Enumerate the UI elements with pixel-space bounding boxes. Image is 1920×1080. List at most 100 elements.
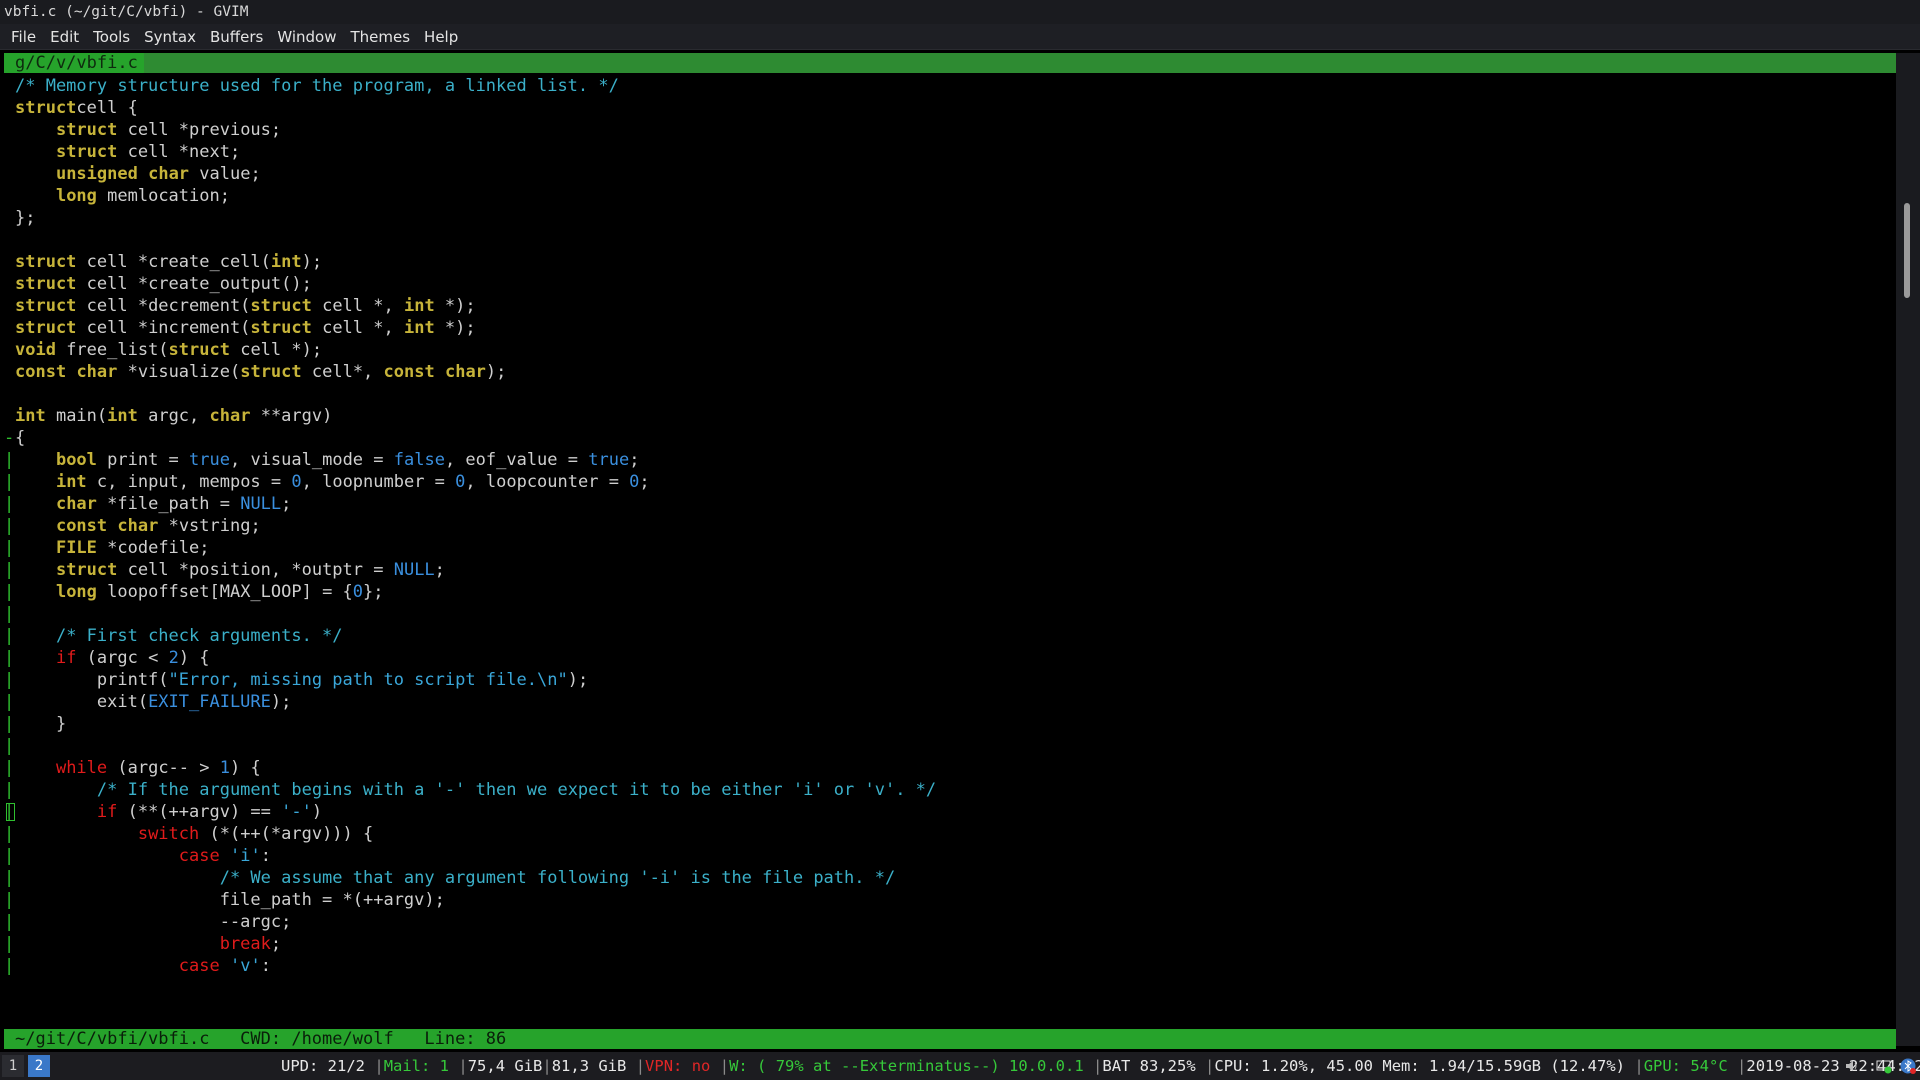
code-token: ; xyxy=(639,472,650,492)
code-token: cell *); xyxy=(229,340,323,360)
fold-marker xyxy=(4,97,15,119)
code-token: *); xyxy=(434,318,476,338)
code-line[interactable]: struct cell *next; xyxy=(4,141,1892,163)
fold-marker: | xyxy=(4,714,15,734)
code-line[interactable] xyxy=(4,229,1892,251)
code-line[interactable]: struct cell *increment(struct cell *, in… xyxy=(4,317,1892,339)
code-line[interactable]: | case 'v': xyxy=(4,955,1892,977)
code-line[interactable]: /* Memory structure used for the program… xyxy=(4,75,1892,97)
code-line[interactable]: long memlocation; xyxy=(4,185,1892,207)
code-line[interactable]: | break; xyxy=(4,933,1892,955)
code-token: struct xyxy=(15,252,77,272)
code-line[interactable]: | --argc; xyxy=(4,911,1892,933)
disk-status-2: 81,3 GiB xyxy=(551,1057,627,1075)
volume-icon[interactable] xyxy=(1844,1058,1860,1074)
code-token: cell *create_output(); xyxy=(76,274,312,294)
code-line[interactable]: int main(int argc, char **argv) xyxy=(4,405,1892,427)
code-token: /* Memory structure used for the program… xyxy=(15,76,619,96)
fold-marker: | xyxy=(4,516,15,536)
code-line[interactable]: | while (argc-- > 1) { xyxy=(4,757,1892,779)
code-line[interactable]: | long loopoffset[MAX_LOOP] = {0}; xyxy=(4,581,1892,603)
code-line[interactable]: | int c, input, mempos = 0, loopnumber =… xyxy=(4,471,1892,493)
code-line[interactable]: | xyxy=(4,603,1892,625)
code-token: *); xyxy=(434,296,476,316)
code-token: int xyxy=(403,296,435,316)
code-token: } xyxy=(15,714,67,734)
code-line[interactable]: | printf("Error, missing path to script … xyxy=(4,669,1892,691)
vertical-scrollbar[interactable] xyxy=(1896,53,1920,1046)
code-line[interactable]: structcell { xyxy=(4,97,1892,119)
code-line[interactable]: struct cell *create_output(); xyxy=(4,273,1892,295)
code-token: loopoffset[MAX_LOOP] = { xyxy=(96,582,353,602)
code-line[interactable]: | file_path = *(++argv); xyxy=(4,889,1892,911)
code-line[interactable]: const char *visualize(struct cell*, cons… xyxy=(4,361,1892,383)
network-icon[interactable] xyxy=(1876,1058,1892,1074)
window-title: vbfi.c (~/git/C/vbfi) - GVIM xyxy=(0,0,1920,24)
fold-marker: | xyxy=(4,450,15,470)
code-line[interactable]: -{ xyxy=(4,427,1892,449)
fold-marker xyxy=(4,361,15,383)
code-line[interactable]: | bool print = true, visual_mode = false… xyxy=(4,449,1892,471)
menu-edit[interactable]: Edit xyxy=(43,24,86,50)
code-token: const xyxy=(383,362,435,382)
bluetooth-icon[interactable] xyxy=(1900,1058,1916,1074)
fold-marker: | xyxy=(4,934,15,954)
code-line[interactable]: struct cell *decrement(struct cell *, in… xyxy=(4,295,1892,317)
code-token: , eof_value = xyxy=(444,450,589,470)
code-buffer[interactable]: /* Memory structure used for the program… xyxy=(4,75,1892,1027)
menu-window[interactable]: Window xyxy=(270,24,343,50)
fold-marker: | xyxy=(4,780,15,800)
menu-file[interactable]: File xyxy=(4,24,43,50)
code-line[interactable]: unsigned char value; xyxy=(4,163,1892,185)
menu-themes[interactable]: Themes xyxy=(343,24,417,50)
code-token: , visual_mode = xyxy=(229,450,394,470)
fold-marker xyxy=(4,207,15,229)
code-line[interactable]: }; xyxy=(4,207,1892,229)
fold-marker xyxy=(4,229,15,251)
code-line[interactable]: | case 'i': xyxy=(4,845,1892,867)
code-line[interactable]: void free_list(struct cell *); xyxy=(4,339,1892,361)
fold-marker xyxy=(4,119,15,141)
code-token: cell *previous; xyxy=(117,120,282,140)
code-line[interactable]: | /* If the argument begins with a '-' t… xyxy=(4,779,1892,801)
workspace-2[interactable]: 2 xyxy=(28,1055,50,1077)
code-token: case xyxy=(178,956,220,976)
code-line[interactable]: | struct cell *position, *outptr = NULL; xyxy=(4,559,1892,581)
code-token: 'i' xyxy=(229,846,261,866)
code-line[interactable]: | const char *vstring; xyxy=(4,515,1892,537)
code-token: if xyxy=(55,648,77,668)
code-token: --argc; xyxy=(15,912,292,932)
code-token: ); xyxy=(567,670,589,690)
code-line[interactable]: | if (argc < 2) { xyxy=(4,647,1892,669)
code-line[interactable]: struct cell *create_cell(int); xyxy=(4,251,1892,273)
menu-syntax[interactable]: Syntax xyxy=(137,24,203,50)
code-line[interactable]: | if (**(++argv) == '-') xyxy=(4,801,1892,823)
code-line[interactable]: struct cell *previous; xyxy=(4,119,1892,141)
code-line[interactable]: | xyxy=(4,735,1892,757)
editor-area[interactable]: g/C/v/vbfi.c /* Memory structure used fo… xyxy=(4,53,1896,1075)
tab-vbfi[interactable]: g/C/v/vbfi.c xyxy=(4,53,144,73)
code-token: /* First check arguments. */ xyxy=(55,626,343,646)
tab-line: g/C/v/vbfi.c xyxy=(4,53,1896,73)
code-line[interactable]: | /* First check arguments. */ xyxy=(4,625,1892,647)
code-line[interactable]: | exit(EXIT_FAILURE); xyxy=(4,691,1892,713)
menu-buffers[interactable]: Buffers xyxy=(203,24,270,50)
menu-help[interactable]: Help xyxy=(417,24,465,50)
fold-marker: | xyxy=(4,670,15,690)
scrollbar-thumb[interactable] xyxy=(1904,203,1910,298)
code-line[interactable] xyxy=(4,383,1892,405)
code-line[interactable]: | } xyxy=(4,713,1892,735)
workspace-1[interactable]: 1 xyxy=(2,1055,24,1077)
code-token: 0 xyxy=(455,472,466,492)
menu-tools[interactable]: Tools xyxy=(86,24,137,50)
code-line[interactable]: | /* We assume that any argument followi… xyxy=(4,867,1892,889)
code-token: char xyxy=(148,164,190,184)
code-token: , loopnumber = xyxy=(301,472,456,492)
code-line[interactable]: | char *file_path = NULL; xyxy=(4,493,1892,515)
fold-marker xyxy=(4,383,15,405)
code-line[interactable]: | switch (*(++(*argv))) { xyxy=(4,823,1892,845)
code-line[interactable]: | FILE *codefile; xyxy=(4,537,1892,559)
